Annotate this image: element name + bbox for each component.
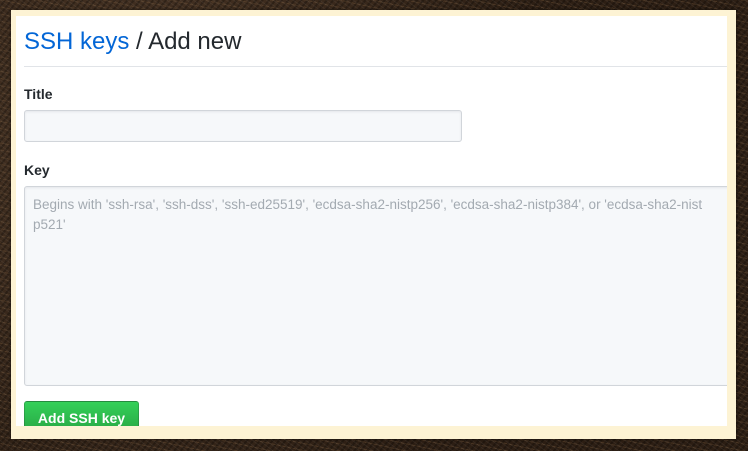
add-ssh-key-button[interactable]: Add SSH key bbox=[24, 401, 139, 426]
subhead: SSH keys / Add new bbox=[24, 16, 727, 67]
breadcrumb-separator: / bbox=[129, 28, 149, 55]
ssh-keys-link[interactable]: SSH keys bbox=[24, 28, 129, 55]
title-label: Title bbox=[24, 86, 53, 102]
page-title: SSH keys / Add new bbox=[24, 28, 241, 56]
title-input[interactable] bbox=[24, 110, 462, 142]
breadcrumb-current: Add new bbox=[148, 28, 242, 55]
key-placeholder: Begins with 'ssh-rsa', 'ssh-dss', 'ssh-e… bbox=[33, 197, 703, 232]
key-label: Key bbox=[24, 162, 50, 178]
key-textarea[interactable]: Begins with 'ssh-rsa', 'ssh-dss', 'ssh-e… bbox=[24, 186, 727, 386]
ssh-key-form-panel: SSH keys / Add new Title Key Begins with… bbox=[16, 16, 727, 426]
